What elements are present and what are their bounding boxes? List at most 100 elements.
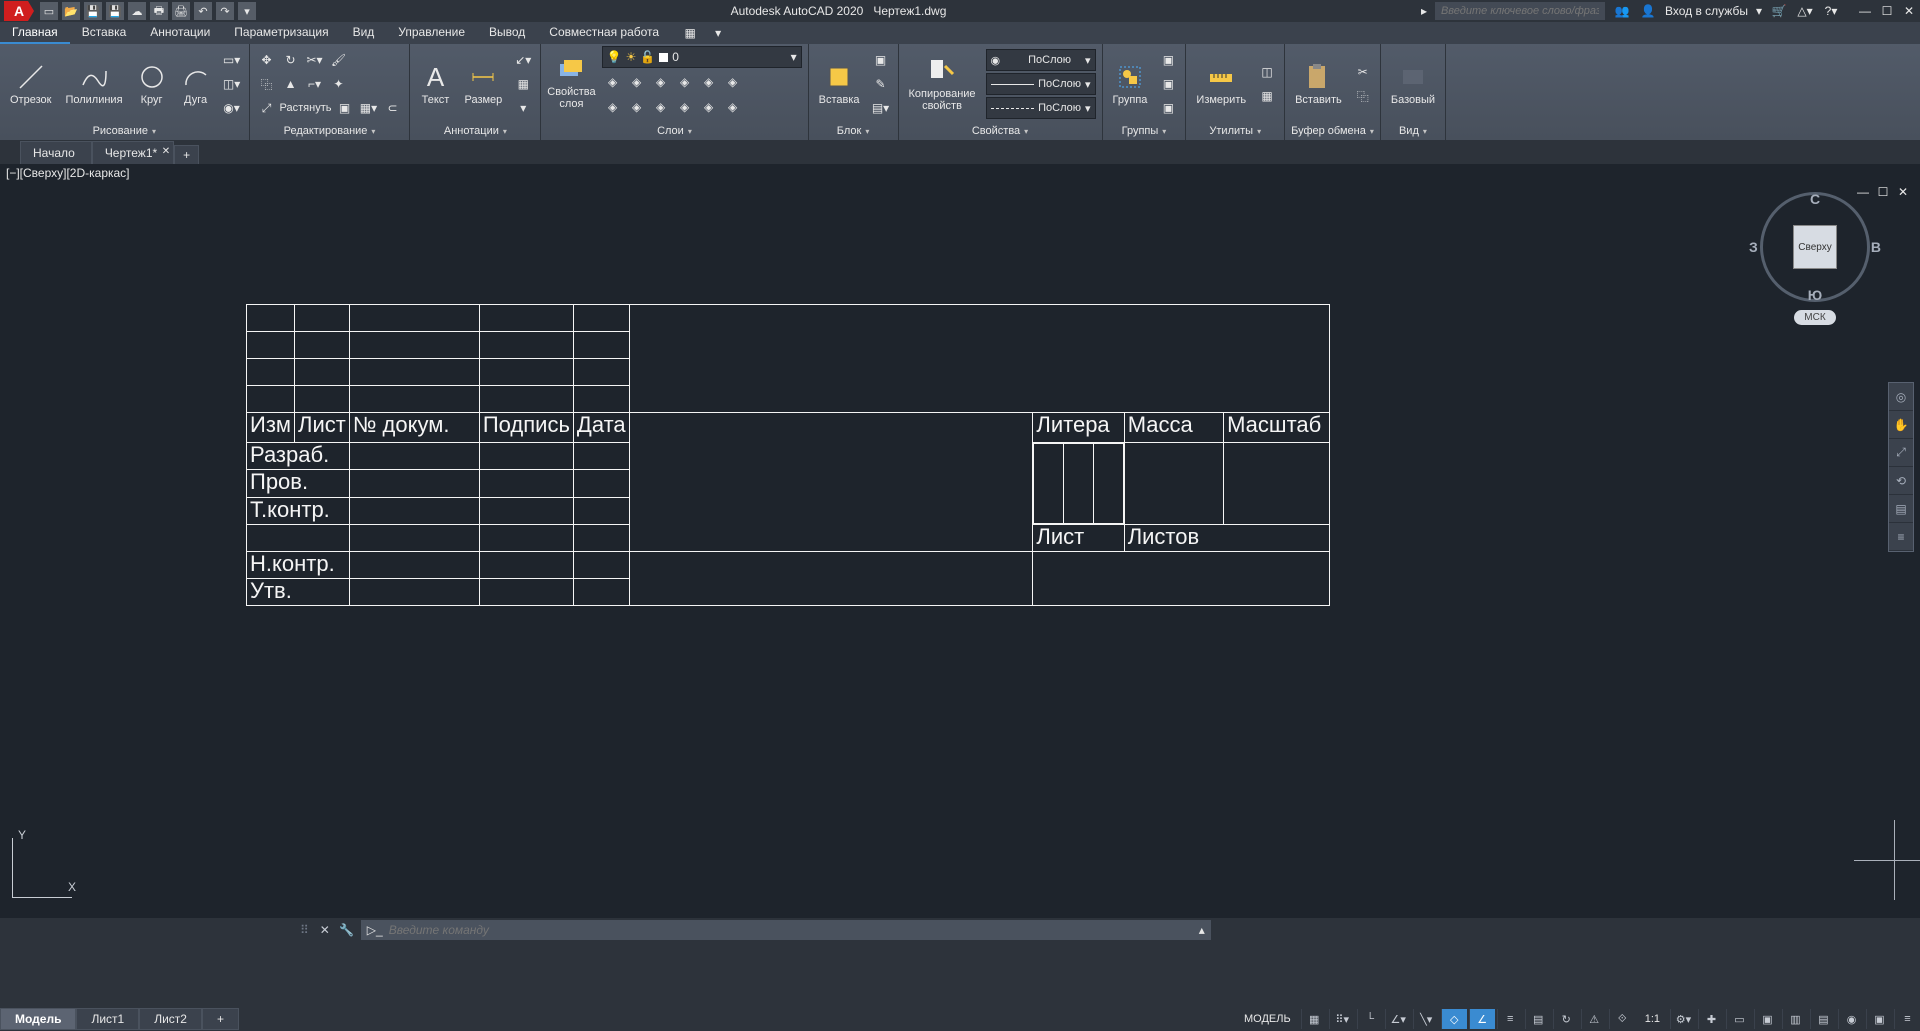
layer-btn4-icon[interactable]: ◈ [674,71,696,93]
lineweight-combo[interactable]: ПоСлою▾ [986,73,1096,95]
ortho-toggle-icon[interactable]: └ [1357,1009,1383,1029]
tab-manage[interactable]: Управление [386,22,477,44]
tab-collab[interactable]: Совместная работа [537,22,671,44]
group-edit-icon[interactable]: ▣ [1157,73,1179,95]
scale-icon[interactable]: ▣ [333,97,355,119]
help-icon[interactable]: ?▾ [1822,2,1840,20]
a360-icon[interactable]: 👥 [1613,2,1631,20]
transparency-toggle-icon[interactable]: ▤ [1525,1009,1551,1029]
panel-clip-label[interactable]: Буфер обмена [1291,122,1374,140]
hatch-icon[interactable]: ◫▾ [221,73,243,95]
tab-insert[interactable]: Вставка [70,22,139,44]
orbit-icon[interactable]: ⟲ [1889,467,1913,495]
command-input-box[interactable]: ▷_ ▴ [361,920,1211,940]
base-view-button[interactable]: Базовый [1387,60,1439,108]
panel-view-label[interactable]: Вид [1387,122,1439,140]
status-model-button[interactable]: МОДЕЛЬ [1236,1013,1299,1025]
explode-icon[interactable]: ✦ [328,73,350,95]
qat-more-icon[interactable]: ▾ [238,2,256,20]
units-icon[interactable]: ▭ [1726,1009,1752,1029]
select-icon[interactable]: ◫ [1256,61,1278,83]
grid-toggle-icon[interactable]: ▦ [1301,1009,1327,1029]
erase-icon[interactable]: 🖌 [328,49,350,71]
linetype-combo[interactable]: ПоСлою▾ [986,97,1096,119]
layer-btn10-icon[interactable]: ◈ [674,96,696,118]
layer-btn8-icon[interactable]: ◈ [626,96,648,118]
isolate-icon[interactable]: ▤ [1810,1009,1836,1029]
panel-layers-label[interactable]: Слои [547,122,801,140]
layer-combo[interactable]: 💡 ☀ 🔓 0 ▾ [602,46,802,68]
layer-btn9-icon[interactable]: ◈ [650,96,672,118]
search-input[interactable] [1435,2,1605,20]
clean-screen-icon[interactable]: ▣ [1866,1009,1892,1029]
cut-icon[interactable]: ✂ [1352,61,1374,83]
search-collapse-icon[interactable]: ▸ [1421,4,1427,18]
panel-draw-label[interactable]: Рисование [6,122,243,140]
annot-more-icon[interactable]: ▾ [512,97,534,119]
minimize-button[interactable]: — [1858,4,1872,18]
save-icon[interactable]: 💾 [84,2,102,20]
wcs-button[interactable]: МСК [1794,310,1835,325]
compass-north[interactable]: С [1810,191,1820,207]
new-icon[interactable]: ▭ [40,2,58,20]
tab-add-button[interactable]: + [174,145,199,164]
cmd-settings-icon[interactable]: 🔧 [339,922,355,938]
layer-btn1-icon[interactable]: ◈ [602,71,624,93]
maximize-button[interactable]: ☐ [1880,4,1894,18]
panel-utils-label[interactable]: Утилиты [1192,122,1278,140]
layout-tab-sheet2[interactable]: Лист2 [139,1008,202,1030]
workspace-icon[interactable]: ⚙▾ [1670,1009,1696,1029]
tab-doc[interactable]: Чертеж1*✕ [92,141,174,164]
viewport-label[interactable]: [−][Сверху][2D-каркас] [0,164,1920,182]
annoscale-icon[interactable]: ⟐ [1609,1009,1635,1029]
polar-toggle-icon[interactable]: ∠▾ [1385,1009,1411,1029]
compass-south[interactable]: Ю [1808,287,1822,303]
autodesk-icon[interactable]: △▾ [1796,2,1814,20]
block-edit-icon[interactable]: ✎ [870,73,892,95]
group-button[interactable]: Группа [1109,60,1152,108]
tab-start[interactable]: Начало [20,141,92,164]
compass-west[interactable]: З [1749,239,1758,255]
tab-output[interactable]: Вывод [477,22,537,44]
circle-button[interactable]: Круг [133,60,171,108]
command-input[interactable] [389,923,1193,937]
annotation-visibility-icon[interactable]: ✚ [1698,1009,1724,1029]
offset-icon[interactable]: ⊂ [381,97,403,119]
copy-clip-icon[interactable]: ⿻ [1352,85,1374,107]
snap-toggle-icon[interactable]: ⠿▾ [1329,1009,1355,1029]
leader-icon[interactable]: ↙▾ [512,49,534,71]
fillet-icon[interactable]: ⌐▾ [304,73,326,95]
group-select-icon[interactable]: ▣ [1157,97,1179,119]
panel-modify-label[interactable]: Редактирование [256,122,404,140]
nav-more-icon[interactable]: ≡ [1889,523,1913,551]
trim-icon[interactable]: ✂▾ [304,49,326,71]
rectangle-icon[interactable]: ▭▾ [221,49,243,71]
tab-close-icon[interactable]: ✕ [162,146,170,157]
dimension-button[interactable]: Размер [460,60,506,108]
web-icon[interactable]: ☁ [128,2,146,20]
anno-scale-value[interactable]: 1:1 [1637,1013,1668,1025]
cart-icon[interactable]: 🛒 [1770,2,1788,20]
move-icon[interactable]: ✥ [256,49,278,71]
arc-button[interactable]: Дуга [177,60,215,108]
dock-handle-icon[interactable]: ⠿ [300,923,307,937]
print-icon[interactable]: 🖨 [172,2,190,20]
tab-annotate[interactable]: Аннотации [138,22,222,44]
tab-parametric[interactable]: Параметризация [222,22,340,44]
viewcube-face[interactable]: Сверху [1793,225,1837,269]
panel-block-label[interactable]: Блок [815,122,892,140]
showmotion-icon[interactable]: ▤ [1889,495,1913,523]
measure-button[interactable]: Измерить [1192,60,1250,108]
otrack-toggle-icon[interactable]: ∠ [1469,1009,1495,1029]
layout-tab-add[interactable]: + [202,1008,239,1030]
viewcube-compass[interactable]: С Ю З В Сверху [1760,192,1870,302]
drawing-canvas[interactable]: — ☐ ✕ Изм Лист № докум. Подпись Дата Лит… [0,182,1920,918]
block-attr-icon[interactable]: ▤▾ [870,97,892,119]
saveas-icon[interactable]: 💾 [106,2,124,20]
match-props-button[interactable]: Копирование свойств [905,54,980,114]
table-icon[interactable]: ▦ [512,73,534,95]
doc-close-button[interactable]: ✕ [1896,185,1910,199]
viewcube[interactable]: С Ю З В Сверху МСК [1760,192,1870,325]
cmd-close-icon[interactable]: ✕ [317,922,333,938]
rotate-icon[interactable]: ↻ [280,49,302,71]
